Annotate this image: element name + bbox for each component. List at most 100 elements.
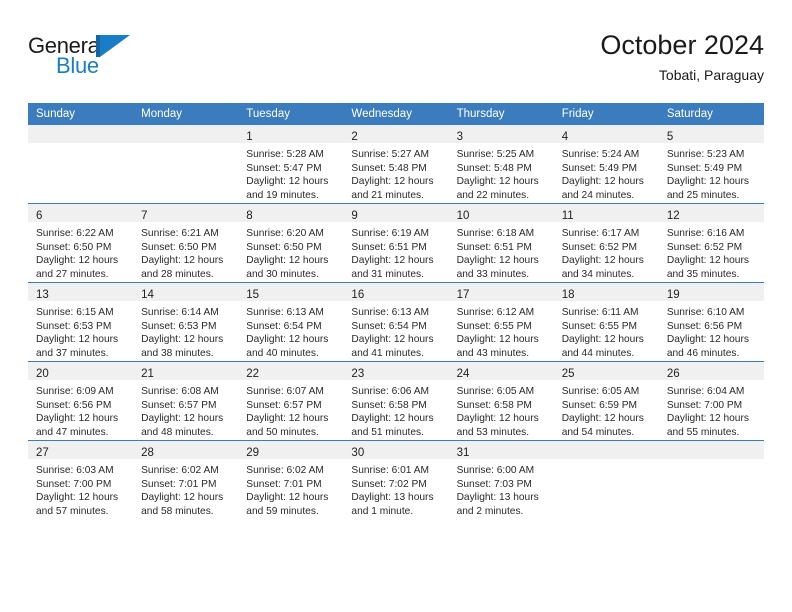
daylight-text: Daylight: 12 hours: [246, 492, 329, 504]
sunset-text: Sunset: 7:00 PM: [666, 399, 743, 411]
day-number: 22: [246, 368, 260, 380]
sunrise-text: Sunrise: 5:23 AM: [666, 149, 745, 160]
calendar-day-cell[interactable]: 9 Sunrise: 6:19 AM Sunset: 6:51 PM Daylight…: [343, 203, 449, 283]
calendar-day-cell[interactable]: 7 Sunrise: 6:21 AM Sunset: 6:50 PM Daylight…: [133, 203, 239, 283]
daylight-text: and 40 minutes.: [246, 347, 319, 359]
logo-triangle-icon: [100, 35, 130, 57]
calendar-day-cell[interactable]: 3 Sunrise: 5:25 AM Sunset: 5:48 PM Daylight…: [448, 125, 554, 204]
day-details: Sunrise: 6:13 AM Sunset: 6:54 PM Daylight:…: [238, 301, 343, 360]
day-number-band: 30: [343, 441, 449, 459]
day-number-band: 5: [658, 125, 764, 143]
calendar-day-cell[interactable]: 21 Sunrise: 6:08 AM Sunset: 6:57 PM Dayligh…: [133, 361, 239, 441]
calendar-day-cell[interactable]: 8 Sunrise: 6:20 AM Sunset: 6:50 PM Daylight…: [238, 203, 344, 283]
calendar-day-cell[interactable]: 30 Sunrise: 6:01 AM Sunset: 7:02 PM Dayligh…: [343, 440, 449, 519]
daylight-text: Daylight: 12 hours: [141, 413, 224, 425]
daylight-text: and 57 minutes.: [36, 505, 109, 517]
day-details: Sunrise: 6:00 AM Sunset: 7:03 PM Daylight:…: [449, 459, 554, 518]
sunset-text: Sunset: 7:00 PM: [36, 478, 112, 490]
calendar-day-cell[interactable]: 10 Sunrise: 6:18 AM Sunset: 6:51 PM Dayligh…: [448, 203, 554, 283]
daylight-text: Daylight: 12 hours: [456, 255, 539, 267]
calendar-day-cell[interactable]: 23 Sunrise: 6:06 AM Sunset: 6:58 PM Dayligh…: [343, 361, 449, 441]
daylight-text: Daylight: 12 hours: [351, 334, 434, 346]
calendar-empty-cell: [28, 125, 134, 204]
day-details: Sunrise: 6:04 AM Sunset: 7:00 PM Daylight:…: [659, 380, 764, 439]
sunset-text: Sunset: 7:01 PM: [246, 478, 322, 490]
sunrise-text: Sunrise: 6:15 AM: [36, 307, 114, 318]
sunrise-text: Sunrise: 6:04 AM: [666, 386, 745, 397]
day-number: 15: [246, 289, 260, 301]
calendar-day-cell[interactable]: 2 Sunrise: 5:27 AM Sunset: 5:48 PM Daylight…: [343, 125, 449, 204]
day-number: 10: [456, 210, 470, 222]
weekday-header-tuesday: Tuesday: [238, 103, 344, 125]
calendar-day-cell[interactable]: 28 Sunrise: 6:02 AM Sunset: 7:01 PM Dayligh…: [133, 440, 239, 519]
calendar-day-cell[interactable]: 12 Sunrise: 6:16 AM Sunset: 6:52 PM Dayligh…: [658, 203, 764, 283]
calendar-day-cell[interactable]: 11 Sunrise: 6:17 AM Sunset: 6:52 PM Dayligh…: [553, 203, 659, 283]
day-number: 3: [456, 131, 463, 143]
calendar-day-cell[interactable]: 15 Sunrise: 6:13 AM Sunset: 6:54 PM Dayligh…: [238, 282, 344, 362]
daylight-text: Daylight: 12 hours: [36, 413, 119, 425]
daylight-text: Daylight: 12 hours: [351, 413, 434, 425]
day-number-band: 8: [238, 204, 344, 222]
day-number-band: 7: [133, 204, 239, 222]
sunset-text: Sunset: 7:02 PM: [351, 478, 427, 490]
day-number: 29: [246, 447, 260, 459]
day-details: [133, 143, 238, 148]
sunset-text: Sunset: 5:47 PM: [246, 162, 322, 174]
day-number: 12: [666, 210, 680, 222]
daylight-text: Daylight: 12 hours: [561, 176, 644, 188]
calendar-day-cell[interactable]: 4 Sunrise: 5:24 AM Sunset: 5:49 PM Daylight…: [553, 125, 659, 204]
calendar-day-cell[interactable]: 29 Sunrise: 6:02 AM Sunset: 7:01 PM Dayligh…: [238, 440, 344, 519]
calendar-day-cell[interactable]: 20 Sunrise: 6:09 AM Sunset: 6:56 PM Dayligh…: [28, 361, 134, 441]
calendar-day-cell[interactable]: 22 Sunrise: 6:07 AM Sunset: 6:57 PM Dayligh…: [238, 361, 344, 441]
daylight-text: and 31 minutes.: [351, 268, 424, 280]
day-details: Sunrise: 6:19 AM Sunset: 6:51 PM Daylight:…: [343, 222, 448, 281]
day-details: Sunrise: 6:05 AM Sunset: 6:58 PM Daylight:…: [449, 380, 554, 439]
day-number: 25: [561, 368, 575, 380]
daylight-text: Daylight: 12 hours: [561, 413, 644, 425]
calendar-day-cell[interactable]: 13 Sunrise: 6:15 AM Sunset: 6:53 PM Dayligh…: [28, 282, 134, 362]
calendar-day-cell[interactable]: 24 Sunrise: 6:05 AM Sunset: 6:58 PM Dayligh…: [448, 361, 554, 441]
calendar-day-cell[interactable]: 31 Sunrise: 6:00 AM Sunset: 7:03 PM Dayligh…: [448, 440, 554, 519]
sunrise-text: Sunrise: 5:25 AM: [456, 149, 535, 160]
day-details: Sunrise: 6:03 AM Sunset: 7:00 PM Daylight:…: [28, 459, 133, 518]
day-details: Sunrise: 6:18 AM Sunset: 6:51 PM Daylight:…: [449, 222, 554, 281]
day-number: 18: [561, 289, 575, 301]
day-details: [554, 459, 659, 464]
sunset-text: Sunset: 6:58 PM: [456, 399, 532, 411]
calendar-day-cell[interactable]: 19 Sunrise: 6:10 AM Sunset: 6:56 PM Dayligh…: [658, 282, 764, 362]
sunrise-text: Sunrise: 6:16 AM: [666, 228, 745, 239]
day-number-band: 4: [553, 125, 659, 143]
day-details: Sunrise: 6:07 AM Sunset: 6:57 PM Daylight:…: [238, 380, 343, 439]
calendar-day-cell[interactable]: 6 Sunrise: 6:22 AM Sunset: 6:50 PM Daylight…: [28, 203, 134, 283]
calendar-day-cell[interactable]: 17 Sunrise: 6:12 AM Sunset: 6:55 PM Dayligh…: [448, 282, 554, 362]
calendar-day-cell[interactable]: 16 Sunrise: 6:13 AM Sunset: 6:54 PM Dayligh…: [343, 282, 449, 362]
calendar-day-cell[interactable]: 14 Sunrise: 6:14 AM Sunset: 6:53 PM Dayligh…: [133, 282, 239, 362]
day-details: [659, 459, 764, 464]
daylight-text: Daylight: 12 hours: [456, 176, 539, 188]
calendar-day-cell[interactable]: 27 Sunrise: 6:03 AM Sunset: 7:00 PM Dayligh…: [28, 440, 134, 519]
daylight-text: Daylight: 13 hours: [351, 492, 434, 504]
sunset-text: Sunset: 6:56 PM: [36, 399, 112, 411]
calendar-day-cell[interactable]: 26 Sunrise: 6:04 AM Sunset: 7:00 PM Dayligh…: [658, 361, 764, 441]
calendar-day-cell[interactable]: 25 Sunrise: 6:05 AM Sunset: 6:59 PM Dayligh…: [553, 361, 659, 441]
general-blue-logo[interactable]: General Blue: [28, 34, 148, 84]
page-title: October 2024: [600, 30, 764, 60]
calendar-day-cell[interactable]: 1 Sunrise: 5:28 AM Sunset: 5:47 PM Daylight…: [238, 125, 344, 204]
daylight-text: and 2 minutes.: [456, 505, 524, 517]
daylight-text: Daylight: 12 hours: [36, 334, 119, 346]
day-number-band: 25: [553, 362, 659, 380]
calendar-day-cell[interactable]: 5 Sunrise: 5:23 AM Sunset: 5:49 PM Daylight…: [658, 125, 764, 204]
day-details: Sunrise: 6:16 AM Sunset: 6:52 PM Daylight:…: [659, 222, 764, 281]
calendar-day-cell[interactable]: 18 Sunrise: 6:11 AM Sunset: 6:55 PM Dayligh…: [553, 282, 659, 362]
day-number-band: 23: [343, 362, 449, 380]
calendar-week-row: 27 Sunrise: 6:03 AM Sunset: 7:00 PM Dayligh…: [28, 440, 764, 519]
day-number-band: [553, 441, 659, 459]
day-details: Sunrise: 6:22 AM Sunset: 6:50 PM Daylight:…: [28, 222, 133, 281]
day-number: 26: [666, 368, 680, 380]
day-number: 23: [351, 368, 365, 380]
weekday-header-saturday: Saturday: [658, 103, 764, 125]
daylight-text: Daylight: 12 hours: [561, 334, 644, 346]
sunrise-text: Sunrise: 6:07 AM: [246, 386, 324, 397]
calendar-header-row: Sunday Monday Tuesday Wednesday Thursday Frid…: [28, 103, 764, 125]
day-details: Sunrise: 5:24 AM Sunset: 5:49 PM Daylight:…: [554, 143, 659, 202]
